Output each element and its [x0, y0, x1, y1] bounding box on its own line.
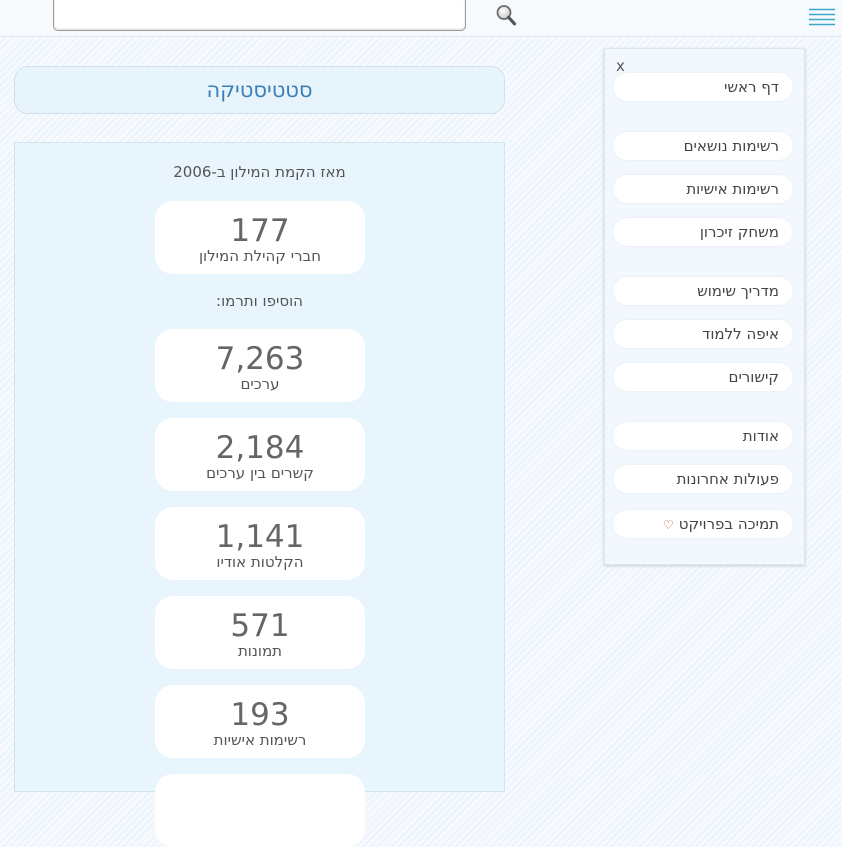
since-text: מאז הקמת המילון ב-2006 [173, 163, 346, 181]
menu-item-label: איפה ללמוד [702, 325, 779, 343]
stat-number: 193 [230, 697, 290, 733]
stat-card-links: 2,184 קשרים בין ערכים [155, 418, 365, 491]
stat-number: 177 [230, 213, 290, 249]
menu-item-label: קישורים [728, 368, 780, 386]
stats-panel: מאז הקמת המילון ב-2006 177 חברי קהילת המ… [14, 142, 505, 847]
menu-item-home[interactable]: דף ראשי [613, 73, 793, 101]
menu-item-label: פעולות אחרונות [676, 470, 779, 488]
menu-item-topic-lists[interactable]: רשימות נושאים [613, 132, 793, 160]
stat-card-next [155, 774, 365, 847]
stat-number: 2,184 [215, 430, 305, 466]
menu-item-label: אודות [742, 427, 779, 445]
menu-item-links[interactable]: קישורים [613, 363, 793, 391]
menu-item-label: משחק זיכרון [699, 223, 779, 241]
stat-label: רשימות אישיות [213, 731, 307, 749]
search-icon[interactable] [495, 3, 517, 27]
search-box[interactable] [53, 0, 517, 31]
contrib-text: הוסיפו ותרמו: [216, 292, 303, 310]
hamburger-menu-icon[interactable] [808, 6, 836, 28]
menu-item-personal-lists[interactable]: רשימות אישיות [613, 175, 793, 203]
menu-item-memory-game[interactable]: משחק זיכרון [613, 218, 793, 246]
stat-label: קשרים בין ערכים [206, 464, 314, 482]
side-menu: x דף ראשי רשימות נושאים רשימות אישיות מש… [604, 48, 805, 565]
menu-item-label: מדריך שימוש [697, 282, 779, 300]
menu-item-where-to-learn[interactable]: איפה ללמוד [613, 320, 793, 348]
stat-label: הקלטות אודיו [216, 553, 304, 571]
menu-item-label: רשימות נושאים [683, 137, 779, 155]
page-title: סטטיסטיקה [14, 66, 505, 114]
stat-label: חברי קהילת המילון [198, 247, 322, 265]
stat-label: ערכים [240, 375, 280, 393]
stat-label: תמונות [237, 642, 283, 660]
stat-number: 571 [230, 608, 290, 644]
stat-card-members: 177 חברי קהילת המילון [155, 201, 365, 274]
menu-item-support-project[interactable]: תמיכה בפרויקט ♡ [613, 510, 793, 538]
menu-item-about[interactable]: אודות [613, 422, 793, 450]
stat-number: 7,263 [215, 341, 305, 377]
stat-card-personal-lists: 193 רשימות אישיות [155, 685, 365, 758]
menu-item-label: תמיכה בפרויקט [678, 515, 779, 533]
top-bar [0, 0, 842, 37]
stat-number: 1,141 [215, 519, 305, 555]
search-input[interactable] [58, 2, 432, 28]
menu-item-user-guide[interactable]: מדריך שימוש [613, 277, 793, 305]
stat-card-audio: 1,141 הקלטות אודיו [155, 507, 365, 580]
stat-card-entries: 7,263 ערכים [155, 329, 365, 402]
menu-item-label: רשימות אישיות [686, 180, 779, 198]
stat-card-images: 571 תמונות [155, 596, 365, 669]
menu-item-label: דף ראשי [723, 78, 779, 96]
heart-icon: ♡ [663, 518, 674, 532]
menu-item-recent-actions[interactable]: פעולות אחרונות [613, 465, 793, 493]
